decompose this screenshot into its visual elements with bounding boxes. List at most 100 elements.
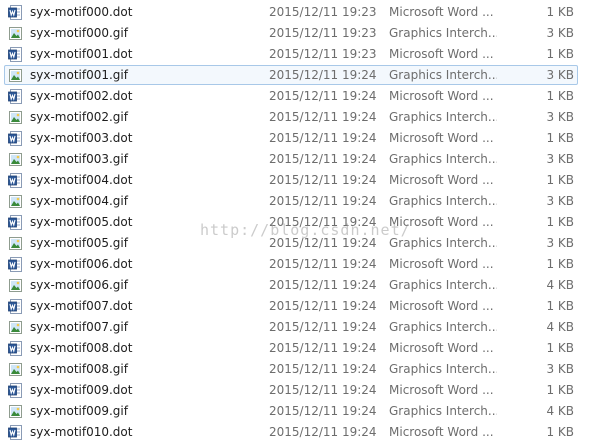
file-size: 1 KB xyxy=(546,173,574,187)
file-date-modified: 2015/12/11 19:24 xyxy=(269,320,377,334)
gif-image-icon xyxy=(9,195,22,208)
file-type: Microsoft Word ... xyxy=(389,131,494,145)
file-row[interactable]: syx-motif005.dot 2015/12/11 19:24 Microsof… xyxy=(0,212,592,233)
word-document-icon xyxy=(8,341,22,356)
file-date-modified: 2015/12/11 19:24 xyxy=(269,236,377,250)
file-name: syx-motif007.gif xyxy=(30,320,128,334)
file-type: Microsoft Word ... xyxy=(389,341,494,355)
gif-image-icon xyxy=(9,279,22,292)
file-row[interactable]: syx-motif006.dot 2015/12/11 19:24 Microsof… xyxy=(0,254,592,275)
file-row[interactable]: syx-motif010.dot 2015/12/11 19:24 Microsof… xyxy=(0,422,592,443)
file-date-modified: 2015/12/11 19:24 xyxy=(269,89,377,103)
file-type: Microsoft Word ... xyxy=(389,215,494,229)
word-document-icon xyxy=(8,173,22,188)
file-row[interactable]: syx-motif001.gif 2015/12/11 19:24 Graphics… xyxy=(0,65,592,86)
file-date-modified: 2015/12/11 19:24 xyxy=(269,383,377,397)
file-row[interactable]: syx-motif001.dot 2015/12/11 19:23 Microsof… xyxy=(0,44,592,65)
file-date-modified: 2015/12/11 19:24 xyxy=(269,425,377,439)
file-row[interactable]: syx-motif008.gif 2015/12/11 19:24 Graphics… xyxy=(0,359,592,380)
file-size: 4 KB xyxy=(546,320,574,334)
file-date-modified: 2015/12/11 19:24 xyxy=(269,194,377,208)
file-size: 1 KB xyxy=(546,131,574,145)
file-name: syx-motif000.dot xyxy=(30,5,133,19)
file-name: syx-motif003.dot xyxy=(30,131,133,145)
file-row[interactable]: syx-motif009.gif 2015/12/11 19:24 Graphics… xyxy=(0,401,592,422)
file-date-modified: 2015/12/11 19:24 xyxy=(269,173,377,187)
file-name: syx-motif002.gif xyxy=(30,110,128,124)
file-type: Graphics Interch... xyxy=(389,362,497,376)
file-date-modified: 2015/12/11 19:24 xyxy=(269,257,377,271)
file-name: syx-motif000.gif xyxy=(30,26,128,40)
file-name: syx-motif010.dot xyxy=(30,425,133,439)
gif-image-icon xyxy=(9,321,22,334)
file-row[interactable]: syx-motif006.gif 2015/12/11 19:24 Graphics… xyxy=(0,275,592,296)
file-name: syx-motif009.dot xyxy=(30,383,133,397)
file-type: Graphics Interch... xyxy=(389,236,497,250)
file-date-modified: 2015/12/11 19:24 xyxy=(269,278,377,292)
file-size: 3 KB xyxy=(546,110,574,124)
gif-image-icon xyxy=(9,111,22,124)
file-type: Microsoft Word ... xyxy=(389,383,494,397)
file-row[interactable]: syx-motif003.gif 2015/12/11 19:24 Graphics… xyxy=(0,149,592,170)
file-name: syx-motif001.gif xyxy=(30,68,128,82)
file-size: 3 KB xyxy=(546,236,574,250)
file-name: syx-motif004.dot xyxy=(30,173,133,187)
file-name: syx-motif005.dot xyxy=(30,215,133,229)
file-row[interactable]: syx-motif008.dot 2015/12/11 19:24 Microsof… xyxy=(0,338,592,359)
file-size: 3 KB xyxy=(546,362,574,376)
file-size: 1 KB xyxy=(546,425,574,439)
file-type: Microsoft Word ... xyxy=(389,5,494,19)
file-type: Microsoft Word ... xyxy=(389,299,494,313)
file-size: 1 KB xyxy=(546,341,574,355)
file-row[interactable]: syx-motif003.dot 2015/12/11 19:24 Microsof… xyxy=(0,128,592,149)
file-row[interactable]: syx-motif000.gif 2015/12/11 19:23 Graphics… xyxy=(0,23,592,44)
file-date-modified: 2015/12/11 19:23 xyxy=(269,5,377,19)
word-document-icon xyxy=(8,89,22,104)
file-name: syx-motif009.gif xyxy=(30,404,128,418)
file-date-modified: 2015/12/11 19:24 xyxy=(269,152,377,166)
file-size: 4 KB xyxy=(546,278,574,292)
file-row[interactable]: syx-motif002.gif 2015/12/11 19:24 Graphics… xyxy=(0,107,592,128)
file-size: 1 KB xyxy=(546,257,574,271)
file-date-modified: 2015/12/11 19:24 xyxy=(269,131,377,145)
file-name: syx-motif008.gif xyxy=(30,362,128,376)
gif-image-icon xyxy=(9,27,22,40)
gif-image-icon xyxy=(9,237,22,250)
file-size: 1 KB xyxy=(546,89,574,103)
file-size: 1 KB xyxy=(546,215,574,229)
word-document-icon xyxy=(8,299,22,314)
file-type: Graphics Interch... xyxy=(389,404,497,418)
file-row[interactable]: syx-motif004.gif 2015/12/11 19:24 Graphics… xyxy=(0,191,592,212)
file-type: Graphics Interch... xyxy=(389,320,497,334)
gif-image-icon xyxy=(9,69,22,82)
file-row[interactable]: syx-motif002.dot 2015/12/11 19:24 Microsof… xyxy=(0,86,592,107)
word-document-icon xyxy=(8,425,22,440)
file-size: 3 KB xyxy=(546,68,574,82)
file-type: Microsoft Word ... xyxy=(389,425,494,439)
file-size: 1 KB xyxy=(546,383,574,397)
file-date-modified: 2015/12/11 19:23 xyxy=(269,26,377,40)
file-size: 1 KB xyxy=(546,5,574,19)
file-row[interactable]: syx-motif000.dot 2015/12/11 19:23 Microsof… xyxy=(0,2,592,23)
file-type: Microsoft Word ... xyxy=(389,89,494,103)
gif-image-icon xyxy=(9,363,22,376)
file-row[interactable]: syx-motif007.gif 2015/12/11 19:24 Graphics… xyxy=(0,317,592,338)
file-size: 3 KB xyxy=(546,194,574,208)
file-type: Graphics Interch... xyxy=(389,152,497,166)
file-row[interactable]: syx-motif007.dot 2015/12/11 19:24 Microsof… xyxy=(0,296,592,317)
file-row[interactable]: syx-motif004.dot 2015/12/11 19:24 Microsof… xyxy=(0,170,592,191)
file-type: Graphics Interch... xyxy=(389,26,497,40)
file-row[interactable]: syx-motif005.gif 2015/12/11 19:24 Graphics… xyxy=(0,233,592,254)
file-size: 4 KB xyxy=(546,404,574,418)
file-date-modified: 2015/12/11 19:24 xyxy=(269,110,377,124)
file-name: syx-motif006.gif xyxy=(30,278,128,292)
file-name: syx-motif005.gif xyxy=(30,236,128,250)
file-type: Graphics Interch... xyxy=(389,278,497,292)
file-type: Graphics Interch... xyxy=(389,68,497,82)
file-size: 3 KB xyxy=(546,152,574,166)
word-document-icon xyxy=(8,383,22,398)
file-name: syx-motif003.gif xyxy=(30,152,128,166)
file-name: syx-motif001.dot xyxy=(30,47,133,61)
word-document-icon xyxy=(8,5,22,20)
file-row[interactable]: syx-motif009.dot 2015/12/11 19:24 Microsof… xyxy=(0,380,592,401)
